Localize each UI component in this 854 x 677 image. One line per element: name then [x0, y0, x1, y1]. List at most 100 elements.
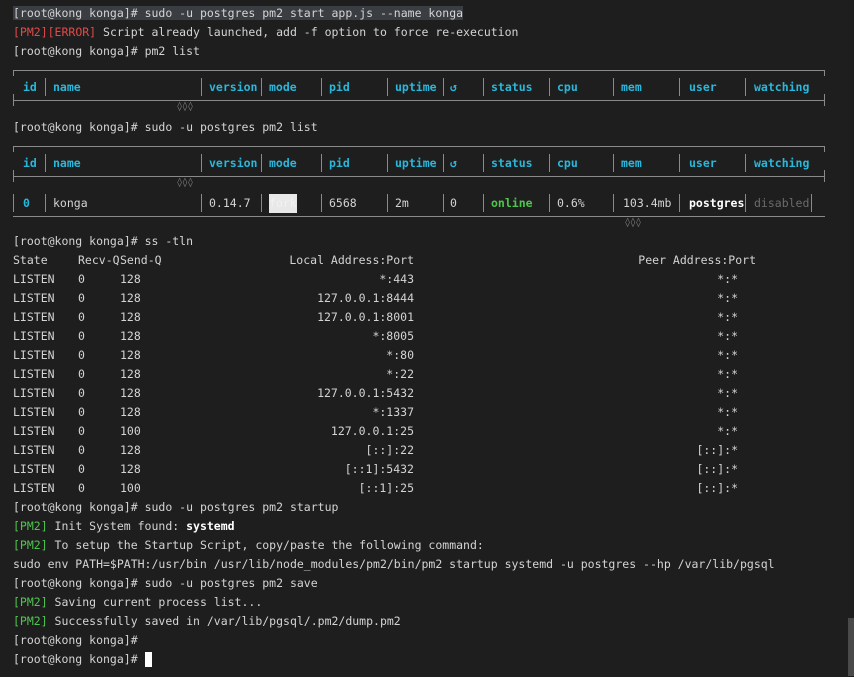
column-header-pid: pid — [329, 80, 350, 94]
column-header-id: id — [23, 80, 37, 94]
terminal-window[interactable]: [root@kong konga]# sudo -u postgres pm2 … — [0, 0, 854, 677]
column-header-version: version — [209, 80, 258, 94]
terminal-line: [root@kong konga]# sudo -u postgres pm2 … — [13, 4, 464, 23]
vertical-scrollbar[interactable] — [848, 618, 854, 676]
process-watching: disabled — [754, 196, 810, 210]
ss-recvq: 0 — [78, 367, 85, 381]
shell-prompt: [root@kong konga]# — [13, 633, 145, 647]
terminal-line: [PM2] Saving current process list... — [13, 593, 262, 612]
process-pid: 6568 — [329, 196, 357, 210]
ss-header-local: Local Address:Port — [289, 253, 414, 267]
terminal-line: [root@kong konga]# sudo -u postgres pm2 … — [13, 118, 318, 137]
pm2-tag: [PM2] — [13, 519, 48, 533]
column-header-mode: mode — [269, 80, 297, 94]
ss-sendq: 128 — [120, 405, 141, 419]
ss-peer-address: *:* — [717, 367, 738, 381]
terminal-line: [root@kong konga]# ss -tln — [13, 232, 193, 251]
command-text: sudo -u postgres pm2 start app.js --name… — [144, 6, 464, 20]
ss-local-address: 127.0.0.1:8001 — [317, 310, 414, 324]
process-restarts: 0 — [450, 196, 457, 210]
message-text: To setup the Startup Script, copy/paste … — [47, 538, 484, 552]
ss-state: LISTEN — [13, 443, 55, 457]
shell-prompt: [root@kong konga]# — [13, 234, 145, 248]
pm2-process-table: id name version mode pid uptime ↺ status… — [13, 68, 825, 112]
restart-icon: ↺ — [450, 156, 457, 170]
ss-recvq: 0 — [78, 481, 85, 495]
column-header-watching: watching — [754, 156, 810, 170]
command-text: sudo -u postgres pm2 list — [144, 120, 318, 134]
column-header-cpu: cpu — [557, 80, 578, 94]
message-value: systemd — [186, 519, 235, 533]
ss-sendq: 100 — [120, 481, 141, 495]
ss-state: LISTEN — [13, 310, 55, 324]
ss-header-sendq: Send-Q — [120, 253, 162, 267]
pm2-tag: [PM2] — [13, 25, 48, 39]
terminal-line: [PM2] To setup the Startup Script, copy/… — [13, 536, 484, 555]
message-text: Successfully saved in /var/lib/pgsql/.pm… — [47, 614, 401, 628]
ss-peer-address: *:* — [717, 291, 738, 305]
ss-header-recvq: Recv-Q — [78, 253, 120, 267]
process-mem: 103.4mb — [623, 196, 672, 210]
message-text: Saving current process list... — [47, 595, 263, 609]
ss-recvq: 0 — [78, 386, 85, 400]
ss-state: LISTEN — [13, 329, 55, 343]
command-text: pm2 list — [144, 44, 200, 58]
ss-recvq: 0 — [78, 405, 85, 419]
ss-peer-address: [::]:* — [696, 462, 738, 476]
ss-header-peer: Peer Address:Port — [638, 253, 756, 267]
ss-header-state: State — [13, 253, 48, 267]
column-header-mem: mem — [621, 80, 642, 94]
column-header-cpu: cpu — [557, 156, 578, 170]
shell-prompt: [root@kong konga]# — [13, 44, 145, 58]
ss-local-address: [::]:22 — [365, 443, 414, 457]
process-name: konga — [53, 196, 88, 210]
ss-state: LISTEN — [13, 462, 55, 476]
terminal-line: [root@kong konga]# pm2 list — [13, 42, 200, 61]
shell-prompt: [root@kong konga]# — [13, 652, 145, 666]
process-user: postgres — [689, 196, 745, 210]
column-header-name: name — [53, 156, 81, 170]
ss-peer-address: [::]:* — [696, 443, 738, 457]
pm2-tag: [PM2] — [13, 538, 48, 552]
error-line: [PM2][ERROR] Script already launched, ad… — [13, 23, 518, 42]
ss-state: LISTEN — [13, 367, 55, 381]
ss-local-address: 127.0.0.1:8444 — [317, 291, 414, 305]
ss-sendq: 128 — [120, 291, 141, 305]
ss-local-address: 127.0.0.1:5432 — [317, 386, 414, 400]
column-resize-handle[interactable]: ◊◊◊ — [175, 102, 195, 112]
ss-sendq: 128 — [120, 443, 141, 457]
column-header-pid: pid — [329, 156, 350, 170]
column-header-uptime: uptime — [395, 80, 437, 94]
column-header-uptime: uptime — [395, 156, 437, 170]
process-mode: fork — [269, 194, 297, 213]
shell-prompt: [root@kong konga]# — [13, 120, 145, 134]
terminal-line: [root@kong konga]# — [13, 631, 145, 650]
column-resize-handle[interactable]: ◊◊◊ — [623, 218, 643, 228]
terminal-line: [root@kong konga]# sudo -u postgres pm2 … — [13, 574, 318, 593]
column-header-status: status — [491, 80, 533, 94]
status-badge: online — [491, 196, 533, 210]
error-tag: [ERROR] — [47, 25, 97, 39]
command-text: ss -tln — [144, 234, 194, 248]
ss-local-address: *:8005 — [372, 329, 414, 343]
column-resize-handle[interactable]: ◊◊◊ — [175, 178, 195, 188]
ss-state: LISTEN — [13, 272, 55, 286]
ss-local-address: *:1337 — [372, 405, 414, 419]
column-header-user: user — [689, 156, 717, 170]
message-text: Init System found: — [47, 519, 187, 533]
column-header-name: name — [53, 80, 81, 94]
ss-state: LISTEN — [13, 481, 55, 495]
pm2-tag: [PM2] — [13, 614, 48, 628]
terminal-input-line[interactable]: [root@kong konga]# — [13, 650, 152, 669]
ss-recvq: 0 — [78, 424, 85, 438]
terminal-line: sudo env PATH=$PATH:/usr/bin /usr/lib/no… — [13, 555, 775, 574]
ss-recvq: 0 — [78, 291, 85, 305]
ss-local-address: [::1]:5432 — [344, 462, 414, 476]
ss-sendq: 128 — [120, 462, 141, 476]
ss-peer-address: *:* — [717, 386, 738, 400]
ss-sendq: 100 — [120, 424, 141, 438]
ss-peer-address: *:* — [717, 424, 738, 438]
ss-recvq: 0 — [78, 310, 85, 324]
ss-sendq: 128 — [120, 367, 141, 381]
ss-sendq: 128 — [120, 272, 141, 286]
